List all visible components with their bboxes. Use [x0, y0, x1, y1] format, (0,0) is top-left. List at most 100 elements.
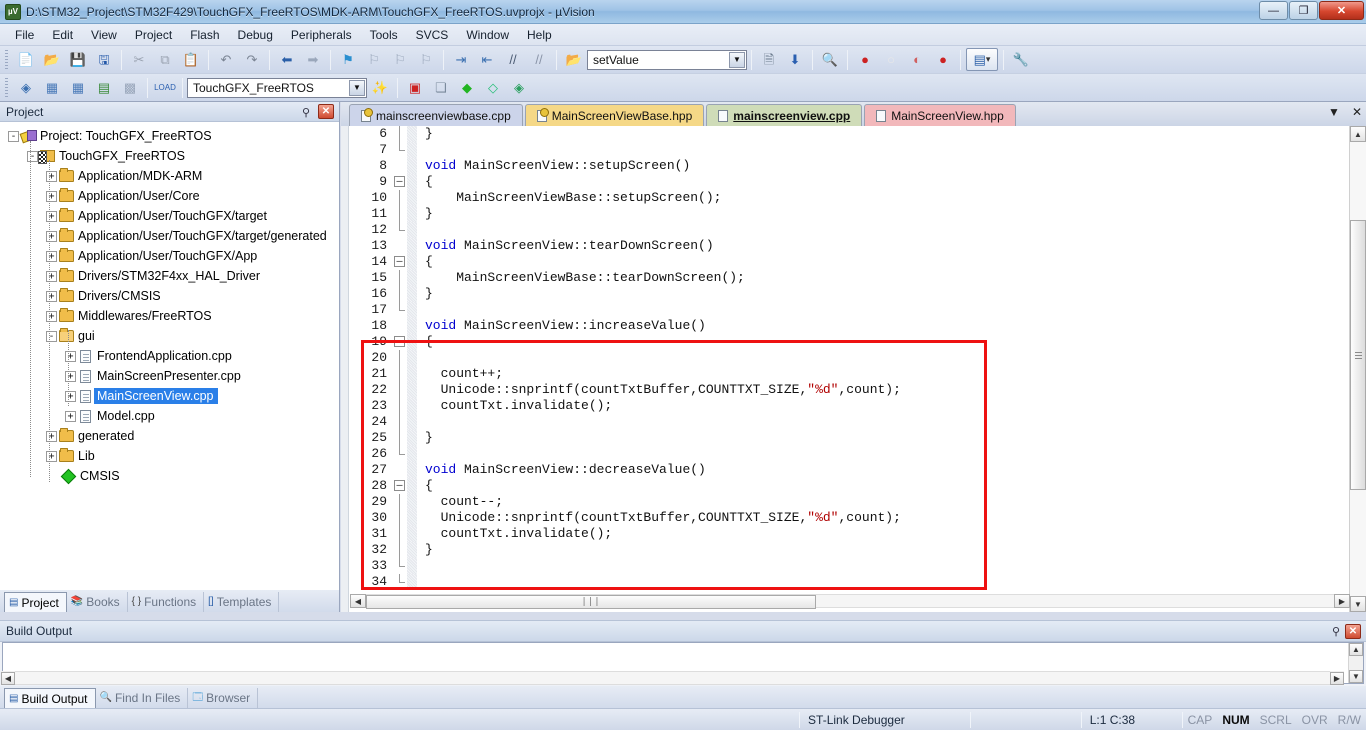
menu-item-help[interactable]: Help [518, 25, 561, 45]
code-text[interactable]: { [417, 254, 433, 270]
collapse-toggle-icon[interactable]: - [27, 150, 38, 162]
tree-item-middlewares-freertos[interactable]: + Middlewares/FreeRTOS [0, 306, 339, 326]
disable-breakpoint-icon[interactable]: ◐ [905, 48, 929, 71]
editor-tab-mainscreenviewbase-cpp[interactable]: mainscreenviewbase.cpp [349, 104, 523, 126]
scroll-down-button[interactable]: ▼ [1349, 670, 1363, 683]
tree-item-model-cpp[interactable]: + Model.cpp [0, 406, 339, 426]
collapse-toggle-icon[interactable]: - [8, 130, 19, 142]
download-icon[interactable]: LOAD [153, 76, 177, 99]
code-text[interactable]: countTxt.invalidate(); [417, 526, 613, 542]
tree-item-lib[interactable]: + Lib [0, 446, 339, 466]
code-line[interactable]: 30 Unicode::snprintf(countTxtBuffer,COUN… [341, 510, 1349, 526]
close-icon[interactable]: ✕ [1345, 624, 1361, 639]
editor-tab-mainscreenview-hpp[interactable]: MainScreenView.hpp [864, 104, 1016, 126]
target-select[interactable]: TouchGFX_FreeRTOS ▼ [187, 77, 367, 98]
code-line[interactable]: 17 [341, 302, 1349, 318]
close-icon[interactable]: ✕ [1352, 105, 1362, 119]
kill-breakpoint-icon[interactable]: ○ [879, 48, 903, 71]
menu-item-view[interactable]: View [82, 25, 126, 45]
scroll-up-button[interactable]: ▲ [1350, 126, 1366, 142]
code-line[interactable]: 21 count++; [341, 366, 1349, 382]
new-file-icon[interactable]: 📄 [14, 48, 38, 71]
comment-icon[interactable]: // [501, 48, 525, 71]
code-line[interactable]: 29 count--; [341, 494, 1349, 510]
manage-run-time-environment-icon[interactable]: ◇ [481, 76, 505, 99]
fold-collapse-icon[interactable]: – [393, 254, 407, 270]
tree-item-application-mdk-arm[interactable]: + Application/MDK-ARM [0, 166, 339, 186]
editor-tab-mainscreenview-cpp[interactable]: mainscreenview.cpp [706, 104, 863, 126]
code-line[interactable]: 25} [341, 430, 1349, 446]
navigate-back-icon[interactable]: ⬅ [275, 48, 299, 71]
code-text[interactable]: void MainScreenView::increaseValue() [417, 318, 706, 334]
minimize-button[interactable]: — [1259, 1, 1288, 20]
toolbar-drag-handle[interactable] [3, 77, 10, 98]
code-editor[interactable]: 6} 7 8 void MainScreenView::setupScreen() 9–… [341, 126, 1366, 612]
editor-hscrollbar[interactable]: ◀ ||| ▶ [350, 592, 1350, 610]
project-tree[interactable]: - Project: TouchGFX_FreeRTOS - TouchGFX_Fre… [0, 122, 339, 590]
menu-item-edit[interactable]: Edit [43, 25, 82, 45]
fold-collapse-icon[interactable]: – [394, 480, 405, 491]
expand-toggle-icon[interactable]: + [65, 390, 76, 402]
uncomment-icon[interactable]: // [527, 48, 551, 71]
tree-item-drivers-stm32f4xx-hal-driver[interactable]: + Drivers/STM32F4xx_HAL_Driver [0, 266, 339, 286]
code-text[interactable]: countTxt.invalidate(); [417, 398, 613, 414]
code-line[interactable]: 32} [341, 542, 1349, 558]
menu-item-window[interactable]: Window [457, 25, 518, 45]
navigate-forward-icon[interactable]: ➡ [301, 48, 325, 71]
menu-item-flash[interactable]: Flash [181, 25, 228, 45]
bookmark-clear-icon[interactable]: ⚐ [414, 48, 438, 71]
menu-item-debug[interactable]: Debug [229, 25, 282, 45]
bookmark-prev-icon[interactable]: ⚐ [362, 48, 386, 71]
code-text[interactable]: } [417, 206, 433, 222]
code-line[interactable]: 34 [341, 574, 1349, 590]
hscroll-thumb[interactable]: ||| [366, 595, 816, 609]
project-tab-templates[interactable]: [] Templates [204, 592, 280, 612]
scroll-up-button[interactable]: ▲ [1349, 643, 1363, 656]
build-output-vscrollbar[interactable]: ▲ ▼ [1348, 643, 1363, 683]
menu-item-svcs[interactable]: SVCS [407, 25, 458, 45]
paste-icon[interactable]: 📋 [179, 48, 203, 71]
code-line[interactable]: 22 Unicode::snprintf(countTxtBuffer,COUN… [341, 382, 1349, 398]
menu-item-tools[interactable]: Tools [361, 25, 407, 45]
hscroll-track[interactable]: ||| [366, 594, 1334, 609]
fold-collapse-icon[interactable]: – [394, 256, 405, 267]
code-line[interactable]: 7 [341, 142, 1349, 158]
build-target-icon[interactable]: ▦ [40, 76, 64, 99]
menu-item-file[interactable]: File [6, 25, 43, 45]
expand-toggle-icon[interactable]: + [65, 410, 76, 422]
editor-vscrollbar[interactable]: ▲ ▼ [1349, 126, 1366, 612]
project-tab-project[interactable]: ▤ Project [4, 592, 67, 612]
find-combo[interactable]: setValue ▼ [587, 49, 747, 70]
scroll-down-button[interactable]: ▼ [1350, 596, 1366, 612]
tree-item-project-touchgfx-freertos[interactable]: - Project: TouchGFX_FreeRTOS [0, 126, 339, 146]
hscroll-track[interactable] [15, 671, 1330, 685]
code-text[interactable]: Unicode::snprintf(countTxtBuffer,COUNTTX… [417, 382, 901, 398]
configure-icon[interactable]: 🔧 [1009, 48, 1033, 71]
chevron-down-icon[interactable]: ▼ [349, 79, 365, 96]
tree-item-generated[interactable]: + generated [0, 426, 339, 446]
fold-collapse-icon[interactable]: – [393, 478, 407, 494]
fold-collapse-icon[interactable]: – [394, 176, 405, 187]
code-text[interactable]: void MainScreenView::tearDownScreen() [417, 238, 714, 254]
tree-item-application-user-touchgfx-target-generated[interactable]: + Application/User/TouchGFX/target/genera… [0, 226, 339, 246]
bottom-tab-browser[interactable]: 🗔 Browser [188, 688, 259, 708]
tree-item-mainscreenpresenter-cpp[interactable]: + MainScreenPresenter.cpp [0, 366, 339, 386]
undo-icon[interactable]: ↶ [214, 48, 238, 71]
tree-item-frontendapplication-cpp[interactable]: + FrontendApplication.cpp [0, 346, 339, 366]
stop-build-icon[interactable]: ▩ [118, 76, 142, 99]
expand-toggle-icon[interactable]: + [46, 210, 57, 222]
editor-tab-mainscreenviewbase-hpp[interactable]: MainScreenViewBase.hpp [524, 104, 705, 126]
bookmark-next-icon[interactable]: ⚐ [388, 48, 412, 71]
code-line[interactable]: 24 [341, 414, 1349, 430]
tree-item-cmsis[interactable]: CMSIS [0, 466, 339, 486]
code-line[interactable]: 23 countTxt.invalidate(); [341, 398, 1349, 414]
expand-toggle-icon[interactable]: + [46, 430, 57, 442]
code-text[interactable]: } [417, 126, 433, 142]
vscroll-track[interactable] [1350, 142, 1366, 596]
insert-file-icon[interactable]: 🗎 [757, 48, 781, 71]
build-output-hscrollbar[interactable]: ◀ ▶ [1, 671, 1344, 685]
expand-toggle-icon[interactable]: + [46, 190, 57, 202]
code-text[interactable]: { [417, 174, 433, 190]
project-tab-books[interactable]: 📚 Books [67, 592, 128, 612]
scroll-left-button[interactable]: ◀ [1, 671, 15, 685]
